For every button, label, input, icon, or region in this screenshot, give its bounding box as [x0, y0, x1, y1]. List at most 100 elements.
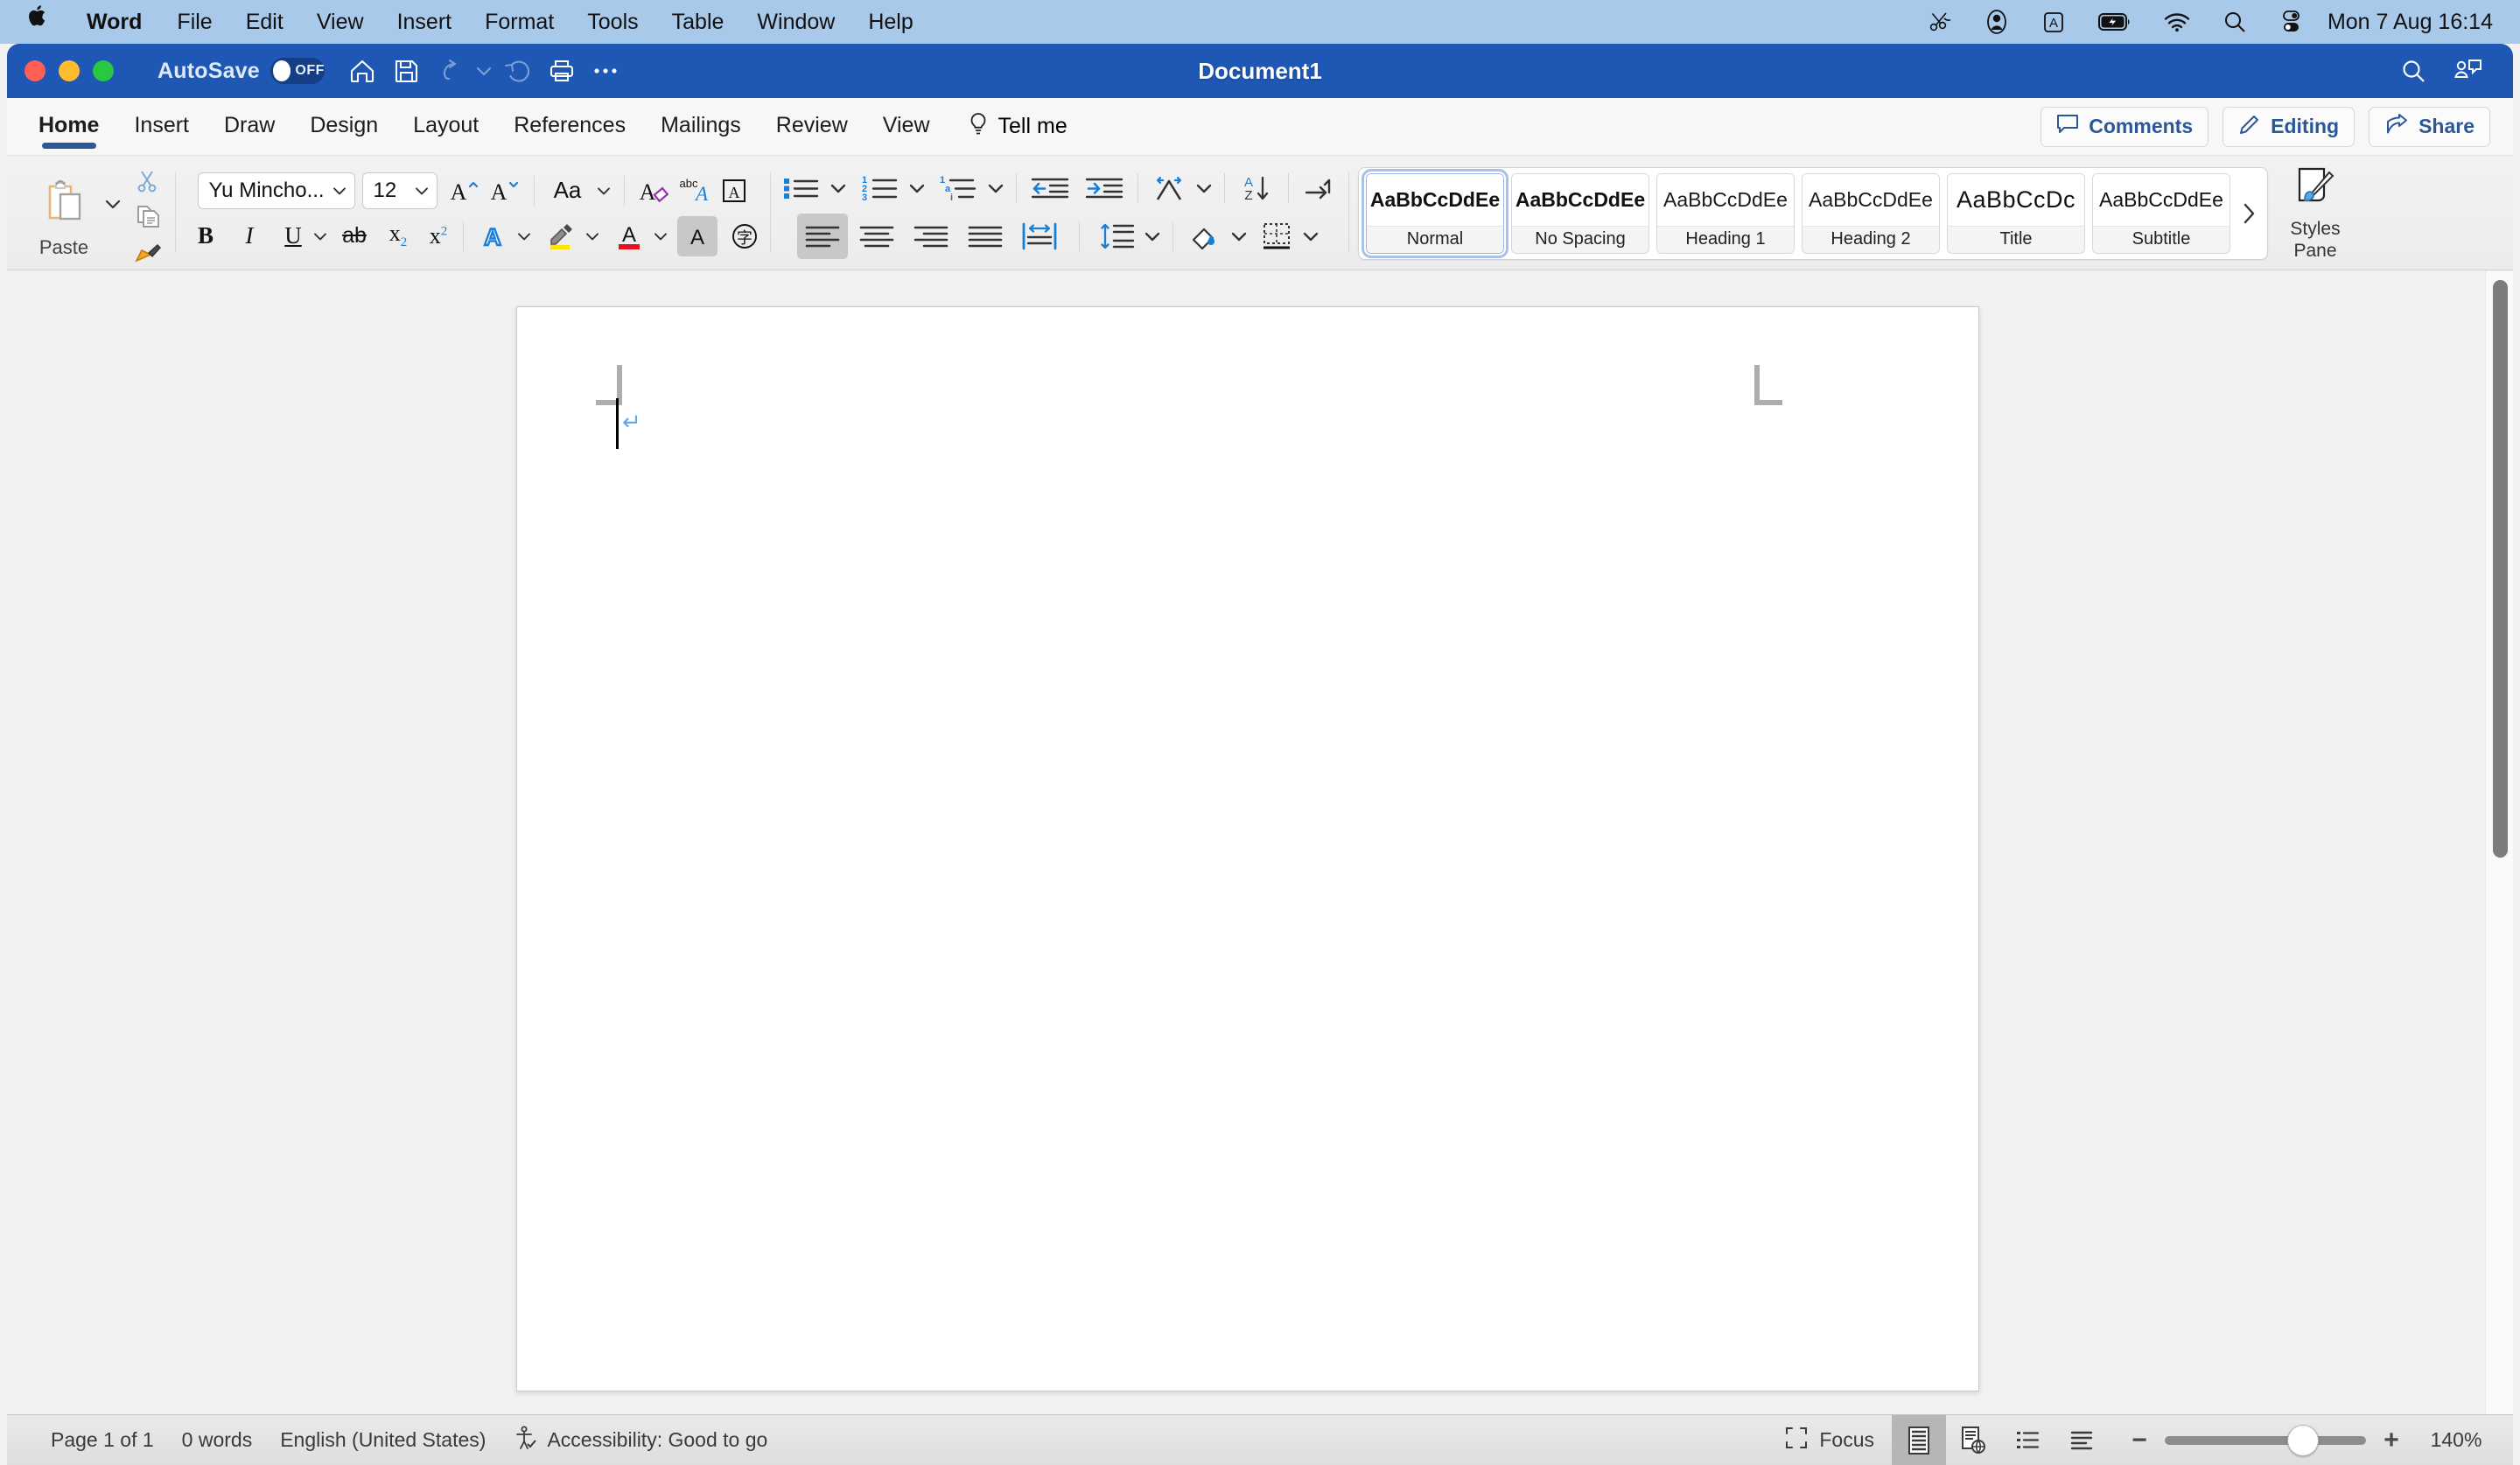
tab-review[interactable]: Review [759, 98, 865, 156]
menu-tools[interactable]: Tools [570, 0, 654, 44]
cut-scissors-icon[interactable] [124, 165, 170, 198]
outline-view-button[interactable] [2000, 1415, 2054, 1465]
close-window-button[interactable] [24, 60, 46, 81]
zoom-slider-knob[interactable] [2287, 1424, 2319, 1456]
borders-chevron-icon[interactable] [1299, 216, 1322, 256]
print-layout-view-button[interactable] [1892, 1414, 1946, 1465]
minus-icon[interactable]: − [2128, 1426, 2151, 1455]
underline-button[interactable]: U [277, 216, 309, 256]
decrease-indent-icon[interactable] [1026, 168, 1074, 208]
clear-formatting-icon[interactable]: A [634, 171, 674, 211]
align-left-icon[interactable] [797, 213, 848, 259]
share-button[interactable]: Share [2369, 106, 2490, 147]
align-right-icon[interactable] [906, 216, 956, 256]
numbered-list-icon[interactable]: 123 [855, 168, 906, 208]
styles-pane-button[interactable]: Styles Pane [2268, 162, 2362, 265]
comments-button[interactable]: Comments [2040, 106, 2209, 147]
bullet-list-icon[interactable] [776, 168, 827, 208]
character-shading-icon[interactable]: A [677, 215, 718, 256]
gallery-more-chevron-icon[interactable] [2234, 173, 2264, 254]
borders-icon[interactable] [1254, 216, 1299, 256]
font-size-combobox[interactable]: 12 [361, 172, 438, 209]
change-case-Aa-icon[interactable]: Aa [543, 171, 592, 211]
vertical-scrollbar-thumb[interactable] [2493, 280, 2508, 858]
style-tile-normal[interactable]: AaBbCcDdEe Normal [1362, 168, 1508, 258]
zoom-level-label[interactable]: 140% [2417, 1428, 2496, 1452]
asian-layout-chevron-icon[interactable] [1193, 168, 1215, 208]
menu-word[interactable]: Word [68, 0, 160, 44]
highlight-marker-icon[interactable] [541, 216, 581, 256]
highlight-chevron-icon[interactable] [581, 216, 604, 256]
line-spacing-chevron-icon[interactable] [1141, 216, 1164, 256]
copy-pages-icon[interactable] [124, 200, 170, 233]
paste-options-chevron-icon[interactable] [102, 179, 124, 229]
multilevel-chevron-icon[interactable] [984, 168, 1007, 208]
control-center-icon[interactable] [2263, 0, 2319, 44]
accessibility-status[interactable]: Accessibility: Good to go [500, 1425, 781, 1456]
font-name-combobox[interactable]: Yu Mincho... [197, 172, 355, 209]
justify-icon[interactable] [960, 216, 1011, 256]
format-painter-brush-icon[interactable] [124, 235, 170, 268]
document-page[interactable]: ↵ [516, 306, 1979, 1391]
menu-view[interactable]: View [300, 0, 381, 44]
phonetic-guide-icon[interactable]: 字 [724, 216, 765, 256]
tab-draw[interactable]: Draw [206, 98, 292, 156]
redo-icon[interactable] [496, 49, 540, 93]
zoom-slider[interactable] [2165, 1424, 2366, 1456]
subscript-button[interactable]: x2 [382, 216, 414, 256]
increase-indent-icon[interactable] [1080, 168, 1129, 208]
change-case-chevron-icon[interactable] [592, 171, 615, 211]
menu-file[interactable]: File [160, 0, 228, 44]
distribute-text-icon[interactable] [1014, 216, 1065, 256]
editing-mode-button[interactable]: Editing [2222, 106, 2356, 147]
shading-fill-icon[interactable] [1182, 216, 1228, 256]
show-paragraph-marks-icon[interactable] [1298, 168, 1343, 208]
minimize-window-button[interactable] [59, 60, 80, 81]
home-icon[interactable] [340, 49, 384, 93]
shading-chevron-icon[interactable] [1228, 216, 1250, 256]
undo-icon[interactable] [428, 49, 472, 93]
style-tile-title[interactable]: AaBbCcDc Title [1947, 172, 2085, 254]
input-source-A-icon[interactable]: A [2025, 0, 2082, 44]
focus-mode-button[interactable]: Focus [1772, 1415, 1892, 1465]
tab-insert[interactable]: Insert [116, 98, 206, 156]
tab-mailings[interactable]: Mailings [643, 98, 759, 156]
superscript-button[interactable]: x2 [423, 216, 454, 256]
more-options-icon[interactable] [584, 49, 627, 93]
strikethrough-button[interactable]: ab [339, 216, 370, 256]
user-account-icon[interactable] [1969, 0, 2025, 44]
scissors-shortcut-icon[interactable] [1911, 0, 1969, 44]
underline-chevron-icon[interactable] [309, 216, 332, 256]
page-count-status[interactable]: Page 1 of 1 [37, 1428, 168, 1452]
battery-charging-icon[interactable] [2082, 0, 2147, 44]
menu-insert[interactable]: Insert [381, 0, 469, 44]
wifi-icon[interactable] [2147, 0, 2207, 44]
menu-window[interactable]: Window [740, 0, 851, 44]
tell-me-button[interactable]: Tell me [948, 111, 1068, 142]
document-canvas[interactable]: ↵ [7, 271, 2513, 1414]
sort-az-icon[interactable]: AZ [1234, 168, 1279, 208]
text-effects-chevron-icon[interactable] [513, 216, 536, 256]
tab-view[interactable]: View [865, 98, 948, 156]
bullets-chevron-icon[interactable] [827, 168, 850, 208]
grow-font-icon[interactable]: A [444, 171, 485, 211]
align-center-icon[interactable] [851, 216, 902, 256]
autosave-control[interactable]: AutoSave OFF [158, 58, 325, 84]
menu-format[interactable]: Format [468, 0, 570, 44]
menu-edit[interactable]: Edit [229, 0, 300, 44]
style-tile-no-spacing[interactable]: AaBbCcDdEe No Spacing [1511, 172, 1649, 254]
font-color-A-icon[interactable]: A [609, 216, 649, 256]
autosave-toggle[interactable]: OFF [270, 58, 325, 84]
tab-references[interactable]: References [496, 98, 643, 156]
search-icon[interactable] [2390, 48, 2436, 94]
tab-home[interactable]: Home [21, 98, 116, 156]
style-tile-heading-2[interactable]: AaBbCcDdEe Heading 2 [1802, 172, 1940, 254]
font-color-chevron-icon[interactable] [649, 216, 672, 256]
style-tile-heading-1[interactable]: AaBbCcDdEe Heading 1 [1656, 172, 1795, 254]
language-status[interactable]: English (United States) [266, 1428, 500, 1452]
web-layout-view-button[interactable] [1946, 1415, 2000, 1465]
multilevel-list-icon[interactable]: 1ai [934, 168, 984, 208]
abc-spelling-icon[interactable]: abc A [674, 171, 714, 211]
tab-layout[interactable]: Layout [396, 98, 496, 156]
tab-design[interactable]: Design [292, 98, 396, 156]
